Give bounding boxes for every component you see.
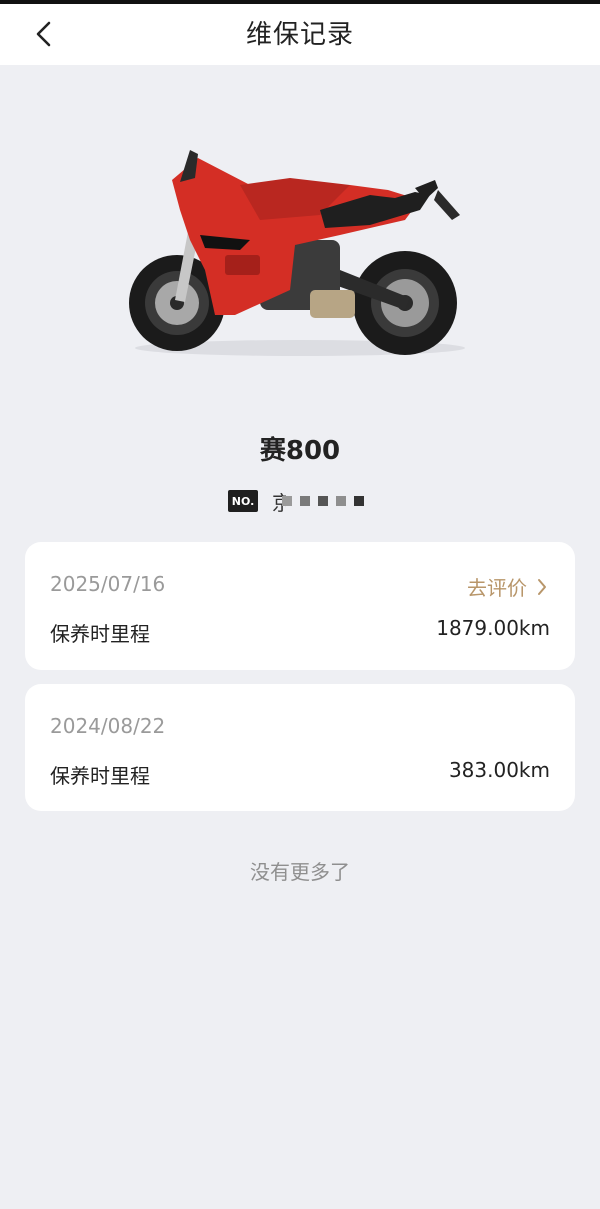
maintenance-record-card: 2025/07/16 去评价 保养时里程 1879.00km xyxy=(25,542,575,670)
mileage-label: 保养时里程 xyxy=(50,764,150,788)
chevron-right-icon xyxy=(538,578,546,595)
page-title: 维保记录 xyxy=(245,19,354,50)
license-plate-row: NO. 京 xyxy=(228,489,364,515)
no-more-text: 没有更多了 xyxy=(250,860,350,884)
motorcycle-image xyxy=(120,140,480,360)
header-bar: 维保记录 xyxy=(0,4,600,65)
plate-badge: NO. xyxy=(228,490,258,512)
mileage-label: 保养时里程 xyxy=(50,622,150,646)
evaluate-button[interactable]: 去评价 xyxy=(467,572,547,601)
plate-mosaic xyxy=(282,496,364,506)
record-date: 2024/08/22 xyxy=(50,714,166,738)
record-date: 2025/07/16 xyxy=(50,572,166,596)
vehicle-model-name: 赛800 xyxy=(259,436,341,466)
maintenance-record-card: 2024/08/22 保养时里程 383.00km xyxy=(25,684,575,811)
mileage-value: 383.00km xyxy=(448,758,550,782)
mileage-value: 1879.00km xyxy=(436,616,550,640)
evaluate-label: 去评价 xyxy=(467,576,527,600)
